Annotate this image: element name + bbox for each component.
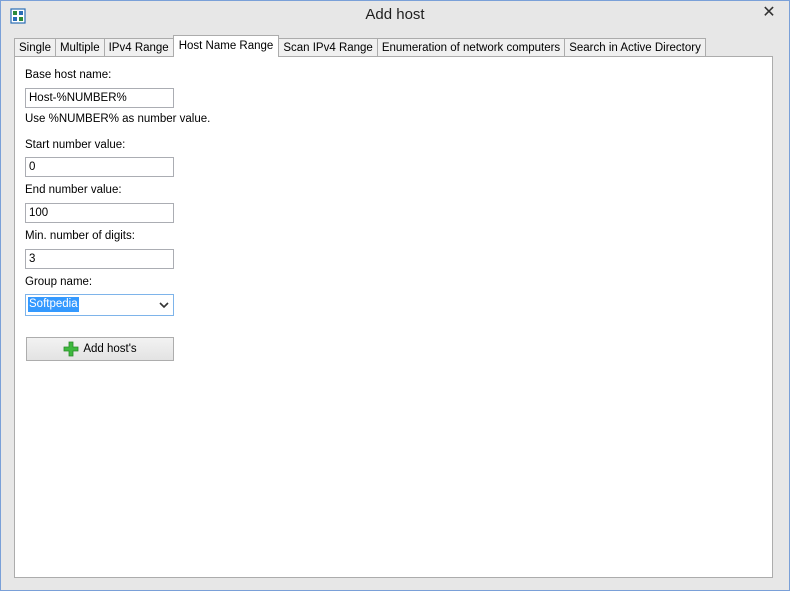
- tab-strip: Single Multiple IPv4 Range Host Name Ran…: [14, 35, 706, 57]
- end-number-input[interactable]: 100: [25, 203, 174, 223]
- end-number-label: End number value:: [25, 184, 122, 196]
- add-host-window: Add host ✕ Single Multiple IPv4 Range Ho…: [0, 0, 790, 591]
- min-digits-input[interactable]: 3: [25, 249, 174, 269]
- start-number-label: Start number value:: [25, 139, 126, 151]
- plus-icon: [63, 341, 79, 357]
- host-name-range-panel: Base host name: Host-%NUMBER% Use %NUMBE…: [14, 56, 773, 578]
- tab-ipv4-range[interactable]: IPv4 Range: [103, 38, 174, 57]
- group-name-label: Group name:: [25, 276, 93, 288]
- tab-host-name-range[interactable]: Host Name Range: [172, 35, 280, 57]
- close-icon: ✕: [762, 4, 776, 21]
- tab-single[interactable]: Single: [14, 38, 56, 57]
- add-hosts-button[interactable]: Add host's: [26, 337, 174, 361]
- window-title: Add host: [365, 6, 425, 23]
- base-host-name-input[interactable]: Host-%NUMBER%: [25, 88, 174, 108]
- base-host-name-label: Base host name:: [25, 69, 112, 81]
- tab-enumeration-network-computers[interactable]: Enumeration of network computers: [376, 38, 566, 57]
- group-name-select[interactable]: Softpedia: [25, 294, 174, 316]
- start-number-input[interactable]: 0: [25, 157, 174, 177]
- min-digits-label: Min. number of digits:: [25, 230, 135, 242]
- close-button[interactable]: ✕: [755, 4, 783, 24]
- group-name-selected-value: Softpedia: [28, 297, 79, 312]
- title-bar[interactable]: Add host ✕: [1, 1, 789, 32]
- tab-multiple[interactable]: Multiple: [54, 38, 105, 57]
- tab-scan-ipv4-range[interactable]: Scan IPv4 Range: [278, 38, 378, 57]
- tab-search-active-directory[interactable]: Search in Active Directory: [564, 38, 706, 57]
- chevron-down-icon: [159, 302, 169, 309]
- number-hint-text: Use %NUMBER% as number value.: [25, 113, 211, 125]
- add-hosts-button-label: Add host's: [83, 343, 137, 355]
